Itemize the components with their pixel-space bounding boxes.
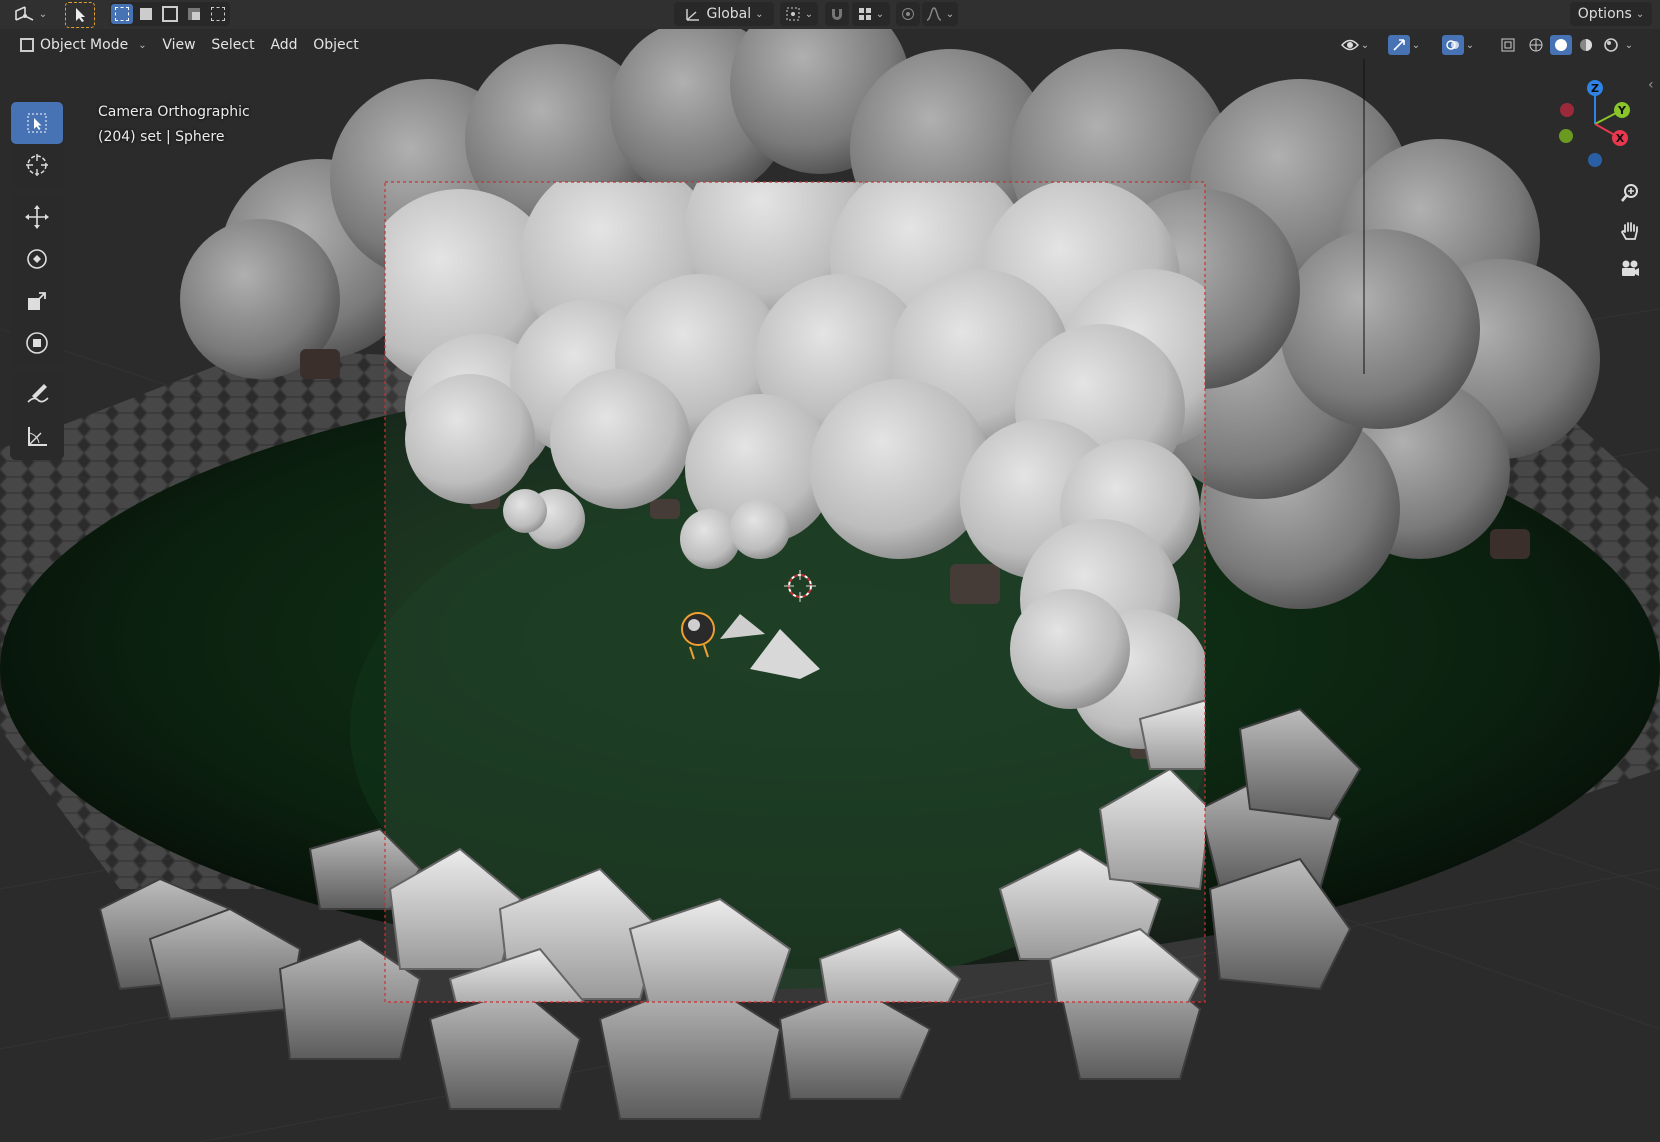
cursor-icon — [26, 154, 48, 176]
editor-type-button[interactable]: ⌄ — [8, 2, 52, 26]
overlays-dropdown[interactable]: ⌄ — [1436, 33, 1480, 57]
chevron-down-icon: ⌄ — [38, 8, 48, 20]
select-invert-icon[interactable] — [183, 4, 205, 24]
menu-select[interactable]: Select — [206, 33, 260, 57]
transform-icon — [26, 332, 48, 354]
camera-view-button[interactable] — [1613, 252, 1647, 286]
pivot-point-dropdown[interactable]: ⌄ — [780, 2, 818, 26]
pivot-icon — [786, 7, 800, 21]
zoom-icon — [1621, 184, 1638, 202]
rotate-icon — [27, 249, 47, 269]
options-dropdown[interactable]: Options ⌄ — [1570, 2, 1652, 26]
measure-icon — [28, 427, 47, 446]
viewport-info: Camera Orthographic (204) set | Sphere — [98, 100, 250, 150]
menu-object[interactable]: Object — [308, 33, 364, 57]
menu-add[interactable]: Add — [264, 33, 304, 57]
gizmo-icon — [1387, 35, 1410, 55]
snap-grid-icon — [858, 8, 871, 20]
tool-transform[interactable] — [11, 322, 63, 364]
selection-mode-group — [110, 2, 230, 26]
magnet-icon — [832, 9, 842, 20]
gizmo-x-label: X — [1616, 132, 1625, 145]
material-shading-icon[interactable] — [1575, 35, 1597, 55]
xray-icon — [1501, 38, 1515, 52]
select-tool-button[interactable] — [65, 2, 95, 28]
navigation-gizmo[interactable]: Z Y X — [1550, 74, 1640, 174]
select-intersect-icon[interactable] — [207, 4, 229, 24]
shading-mode-group: ⌄ — [1524, 33, 1634, 57]
object-mode-icon — [20, 38, 34, 52]
move-icon — [25, 205, 49, 229]
gizmo-axis-neg-x[interactable] — [1560, 103, 1574, 117]
top-header: ⌄ Global ⌄ ⌄ ⌄ ⌄ Options ⌄ — [0, 0, 1660, 30]
tool-measure[interactable] — [11, 416, 63, 458]
snap-target-dropdown[interactable]: ⌄ — [852, 2, 890, 26]
gizmo-axis-neg-z[interactable] — [1588, 153, 1602, 167]
tool-rotate[interactable] — [11, 238, 63, 280]
falloff-curve-icon — [926, 7, 942, 21]
cursor-arrow-icon — [76, 8, 85, 22]
tool-group-select — [10, 100, 64, 188]
transform-orientation-label: Global — [706, 6, 752, 22]
tool-move[interactable] — [11, 196, 63, 238]
sidebar-toggle-icon[interactable]: ‹ — [1648, 77, 1654, 93]
viewport-scene — [0, 29, 1660, 1142]
gizmo-y-label: Y — [1617, 104, 1627, 117]
eye-icon — [1340, 39, 1359, 51]
menu-view[interactable]: View — [156, 33, 202, 57]
chevron-down-icon: ⌄ — [875, 8, 885, 20]
proportional-edit-toggle[interactable] — [896, 2, 920, 26]
chevron-down-icon: ⌄ — [138, 39, 147, 51]
camera-label: Camera Orthographic — [98, 104, 250, 120]
options-label: Options — [1577, 6, 1632, 22]
visibility-dropdown[interactable]: ⌄ — [1334, 33, 1376, 57]
view3d-icon — [14, 6, 34, 21]
camera-view-icon — [1622, 260, 1639, 276]
3d-viewport[interactable]: Object Mode ⌄ View Select Add Object ⌄ ⌄… — [0, 29, 1660, 1142]
falloff-dropdown[interactable]: ⌄ — [922, 2, 958, 26]
chevron-down-icon: ⌄ — [945, 8, 955, 20]
tool-group-transform — [10, 194, 64, 366]
tool-scale[interactable] — [11, 280, 63, 322]
wireframe-shading-icon[interactable] — [1525, 35, 1547, 55]
select-new-icon[interactable] — [111, 4, 133, 24]
gizmo-dropdown[interactable]: ⌄ — [1382, 33, 1426, 57]
tool-group-annotate — [10, 372, 64, 460]
object-mode-dropdown[interactable]: Object Mode ⌄ — [12, 33, 148, 57]
orientation-axes-icon — [686, 9, 700, 21]
overlays-icon — [1441, 35, 1464, 55]
transform-orientation-dropdown[interactable]: Global ⌄ — [674, 2, 774, 26]
chevron-down-icon: ⌄ — [1635, 8, 1645, 20]
chevron-down-icon: ⌄ — [755, 8, 764, 20]
frame-object-label: (204) set | Sphere — [98, 129, 225, 145]
pan-button[interactable] — [1613, 214, 1647, 248]
select-subtract-icon[interactable] — [159, 4, 181, 24]
pan-hand-icon — [1620, 222, 1638, 240]
select-box-icon — [27, 113, 47, 133]
chevron-down-icon: ⌄ — [1624, 39, 1634, 51]
tool-shelf — [10, 100, 64, 466]
chevron-down-icon: ⌄ — [1360, 39, 1370, 51]
tool-select-box[interactable] — [11, 102, 63, 144]
chevron-down-icon: ⌄ — [1411, 39, 1421, 51]
tool-annotate[interactable] — [11, 374, 63, 416]
xray-toggle[interactable] — [1496, 33, 1520, 57]
gizmo-axis-neg-y[interactable] — [1559, 129, 1573, 143]
zoom-button[interactable] — [1613, 176, 1647, 210]
select-extend-icon[interactable] — [135, 4, 157, 24]
snap-toggle[interactable] — [825, 2, 849, 26]
rendered-shading-icon[interactable] — [1600, 35, 1622, 55]
object-mode-label: Object Mode — [40, 37, 129, 53]
chevron-down-icon: ⌄ — [1465, 39, 1475, 51]
gizmo-z-label: Z — [1591, 82, 1599, 95]
solid-shading-icon[interactable] — [1549, 35, 1572, 55]
annotate-icon — [27, 384, 49, 403]
tool-cursor[interactable] — [11, 144, 63, 186]
chevron-down-icon: ⌄ — [804, 8, 814, 20]
scale-icon — [28, 292, 46, 310]
proportional-edit-icon — [902, 8, 914, 20]
